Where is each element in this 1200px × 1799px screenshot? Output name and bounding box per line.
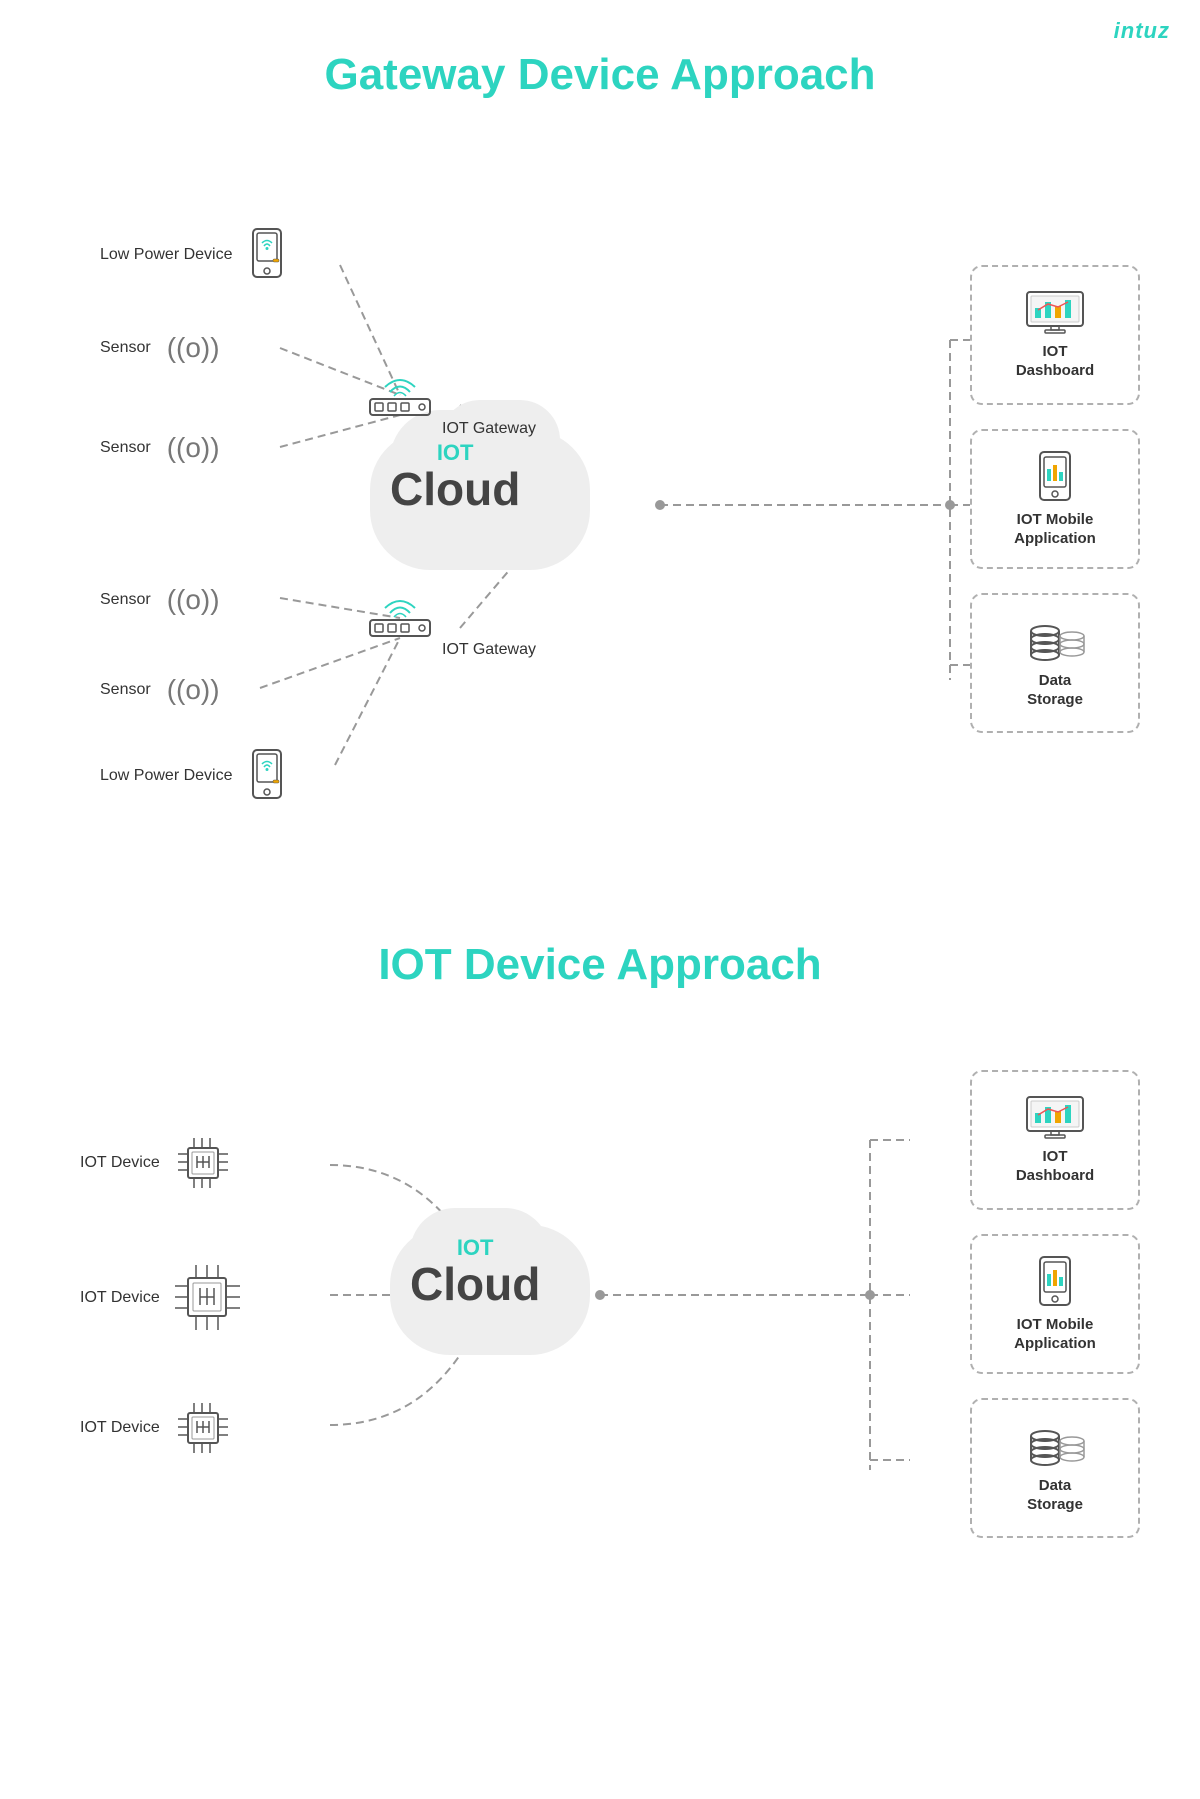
iot-dashboard-icon [1025, 1095, 1085, 1139]
gateway-label-2: IOT Gateway [442, 641, 536, 659]
iot-device-icon-3 [170, 1395, 235, 1460]
iot-mobile-label: IOT MobileApplication [1014, 1315, 1096, 1354]
iot-section: IOT Device Approach [0, 890, 1200, 1610]
dashboard-icon [1025, 290, 1085, 334]
gateway-1: IOT Gateway [360, 365, 454, 443]
low-power-device-bottom: Low Power Device [100, 746, 293, 806]
storage-icon [1020, 617, 1090, 663]
iot-storage-box: DataStorage [970, 1398, 1140, 1538]
gateway-section: Gateway Device Approach [0, 0, 1200, 830]
gateway-diagram: IOT Cloud Low Power Device Sensor (( [0, 110, 1200, 830]
gateway-label-1: IOT Gateway [442, 420, 536, 438]
iot-right-panel: IOTDashboard IOT MobileApplication [970, 1070, 1140, 1538]
iot-storage-label: DataStorage [1027, 1476, 1083, 1515]
low-power-device-icon-top [243, 225, 293, 285]
gateway-title: Gateway Device Approach [0, 0, 1200, 100]
dashboard-label: IOTDashboard [1016, 342, 1094, 381]
iot-diagram: IOT Cloud IOT Device [0, 1010, 1200, 1610]
sensor-4: Sensor ((o)) [100, 674, 220, 706]
iot-mobile-app-box: IOT MobileApplication [970, 1234, 1140, 1374]
gateway-2: IOT Gateway [360, 586, 454, 664]
mobile-app-box: IOT MobileApplication [970, 429, 1140, 569]
mobile-label: IOT MobileApplication [1014, 510, 1096, 549]
gateway-cloud-label: IOT Cloud [390, 440, 520, 516]
iot-dashboard-box: IOTDashboard [970, 1070, 1140, 1210]
iot-mobile-icon [1037, 1255, 1073, 1307]
sensor-wave-3: ((o)) [167, 584, 220, 616]
sensor-3: Sensor ((o)) [100, 584, 220, 616]
dashboard-box: IOTDashboard [970, 265, 1140, 405]
storage-box: DataStorage [970, 593, 1140, 733]
sensor-2: Sensor ((o)) [100, 432, 220, 464]
iot-device-icon-2 [170, 1260, 245, 1335]
iot-dashboard-label: IOTDashboard [1016, 1147, 1094, 1186]
iot-storage-icon [1020, 1422, 1090, 1468]
sensor-wave-1: ((o)) [167, 332, 220, 364]
sensor-wave-4: ((o)) [167, 674, 220, 706]
iot-device-2: IOT Device [80, 1260, 245, 1335]
gateway-right-panel: IOTDashboard IOT MobileApplication [970, 265, 1140, 733]
low-power-device-top: Low Power Device [100, 225, 293, 285]
gateway-icon-2 [360, 586, 440, 641]
low-power-device-icon-bottom [243, 746, 293, 806]
logo: intuz [1114, 18, 1170, 44]
sensor-1: Sensor ((o)) [100, 332, 220, 364]
iot-device-3: IOT Device [80, 1395, 235, 1460]
iot-device-icon-1 [170, 1130, 235, 1195]
iot-device-1: IOT Device [80, 1130, 235, 1195]
storage-label: DataStorage [1027, 671, 1083, 710]
sensor-wave-2: ((o)) [167, 432, 220, 464]
iot-title: IOT Device Approach [0, 890, 1200, 990]
iot-cloud-label: IOT Cloud [410, 1235, 540, 1311]
mobile-icon [1037, 450, 1073, 502]
gateway-icon-1 [360, 365, 440, 420]
